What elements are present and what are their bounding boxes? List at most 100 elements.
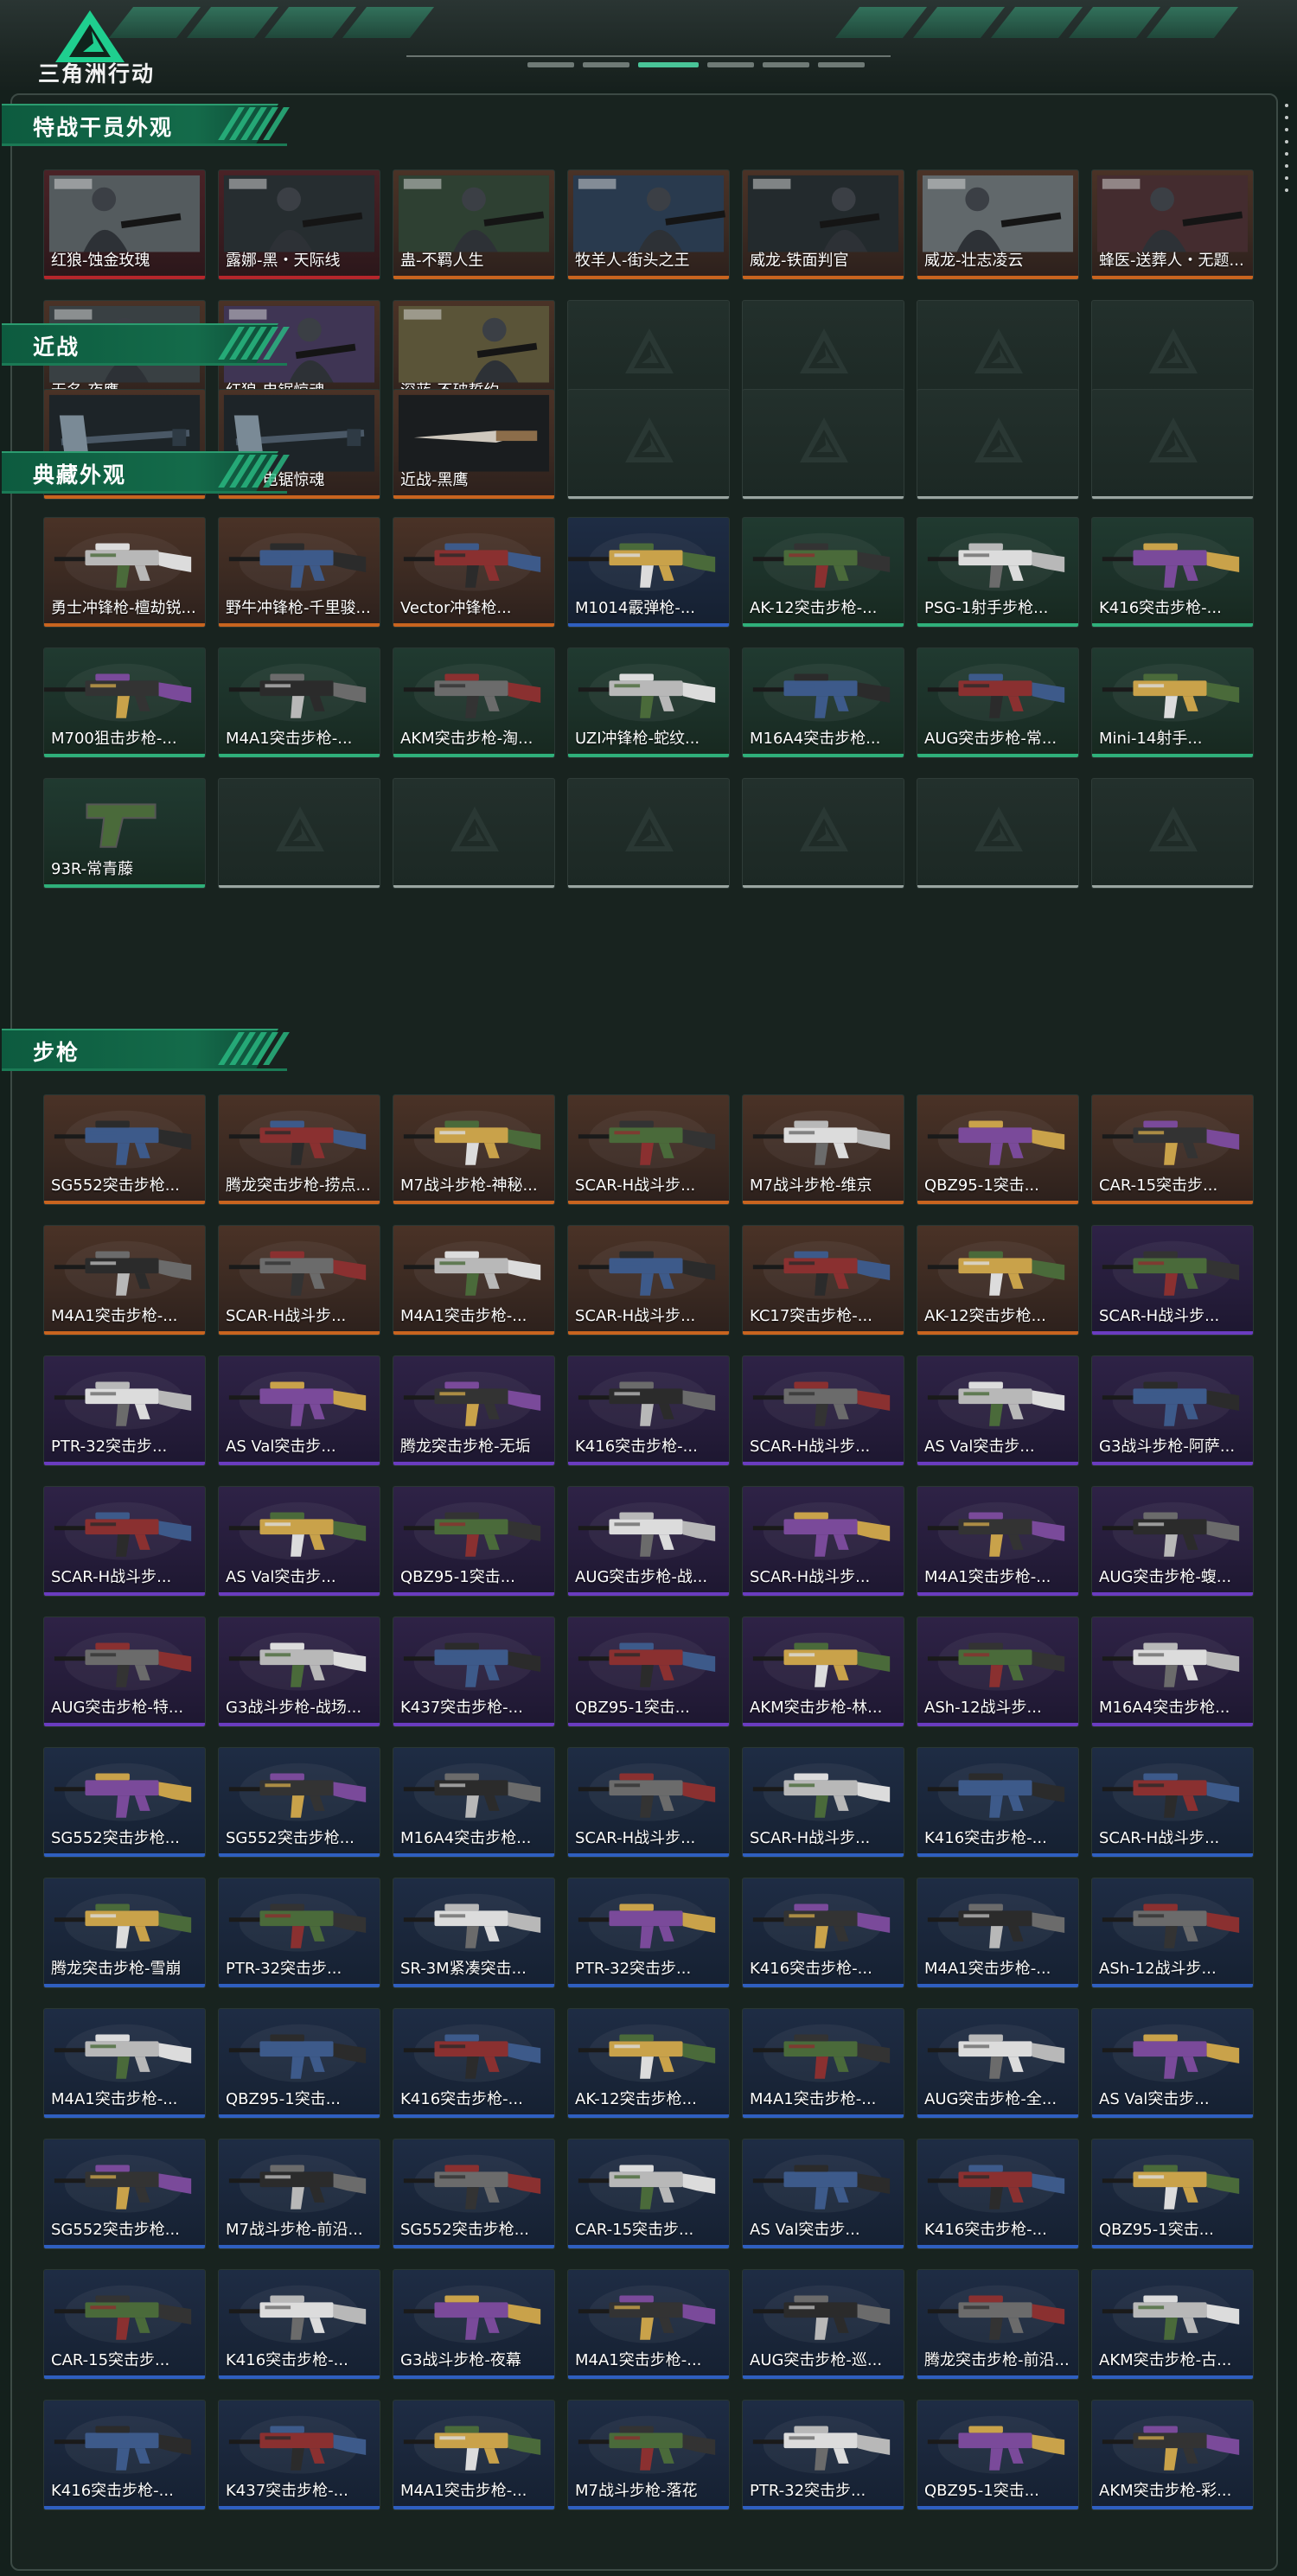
item-tile[interactable]: KC17突击步枪-... xyxy=(742,1225,904,1336)
item-tile[interactable]: K416突击步枪-... xyxy=(218,2269,380,2380)
item-tile[interactable]: QBZ95-1突击... xyxy=(393,1486,555,1597)
item-tile[interactable]: AKM突击步枪-古... xyxy=(1091,2269,1254,2380)
item-tile[interactable]: AUG突击步枪-特... xyxy=(43,1616,206,1727)
item-tile[interactable]: SCAR-H战斗步... xyxy=(742,1747,904,1858)
item-tile[interactable]: M7战斗步枪-神秘... xyxy=(393,1094,555,1205)
scroll-dots[interactable] xyxy=(1285,104,1288,192)
item-tile[interactable]: K416突击步枪-... xyxy=(1091,517,1254,628)
item-tile[interactable]: SCAR-H战斗步... xyxy=(567,1747,730,1858)
item-tile[interactable]: Vector冲锋枪... xyxy=(393,517,555,628)
item-tile[interactable]: 露娜-黑・天际线 xyxy=(218,169,380,280)
item-tile[interactable]: PTR-32突击步... xyxy=(43,1355,206,1466)
item-tile[interactable]: G3战斗步枪-阿萨... xyxy=(1091,1355,1254,1466)
item-tile[interactable]: 蛊-不羁人生 xyxy=(393,169,555,280)
item-tile[interactable]: K437突击步枪-... xyxy=(218,2400,380,2510)
item-tile[interactable]: 勇士冲锋枪-檀劫锐... xyxy=(43,517,206,628)
item-tile[interactable]: M16A4突击步枪... xyxy=(742,647,904,758)
item-tile[interactable]: ASh-12战斗步... xyxy=(1091,1878,1254,1988)
item-tile[interactable]: AK-12突击步枪... xyxy=(567,2008,730,2119)
item-tile[interactable]: 牧羊人-街头之王 xyxy=(567,169,730,280)
item-tile[interactable]: K416突击步枪-... xyxy=(917,2139,1079,2249)
item-tile[interactable]: 野牛冲锋枪-千里骏... xyxy=(218,517,380,628)
item-tile[interactable]: PTR-32突击步... xyxy=(742,2400,904,2510)
item-tile[interactable]: UZI冲锋枪-蛇纹... xyxy=(567,647,730,758)
item-tile[interactable]: CAR-15突击步... xyxy=(43,2269,206,2380)
pager-indicator[interactable] xyxy=(818,62,865,67)
item-tile[interactable]: M7战斗步枪-落花 xyxy=(567,2400,730,2510)
item-tile[interactable]: 蜂医-送葬人・无题... xyxy=(1091,169,1254,280)
item-tile[interactable]: M4A1突击步枪-... xyxy=(393,1225,555,1336)
item-tile[interactable]: QBZ95-1突击... xyxy=(567,1616,730,1727)
item-tile[interactable]: AK-12突击步枪... xyxy=(917,1225,1079,1336)
item-tile[interactable]: M700狙击步枪-... xyxy=(43,647,206,758)
item-tile[interactable]: PSG-1射手步枪... xyxy=(917,517,1079,628)
item-tile[interactable]: SG552突击步枪... xyxy=(43,2139,206,2249)
item-tile[interactable]: SG552突击步枪... xyxy=(393,2139,555,2249)
item-tile[interactable]: PTR-32突击步... xyxy=(567,1878,730,1988)
item-tile[interactable]: M4A1突击步枪-... xyxy=(393,2400,555,2510)
pager-indicator[interactable] xyxy=(527,62,574,67)
pager-indicator[interactable] xyxy=(638,62,699,67)
item-tile[interactable]: G3战斗步枪-夜幕 xyxy=(393,2269,555,2380)
item-tile[interactable]: AUG突击步枪-常... xyxy=(917,647,1079,758)
pager-indicator[interactable] xyxy=(583,62,629,67)
item-tile[interactable]: SCAR-H战斗步... xyxy=(1091,1747,1254,1858)
item-tile[interactable]: SCAR-H战斗步... xyxy=(742,1486,904,1597)
item-tile[interactable]: 腾龙突击步枪-无垢 xyxy=(393,1355,555,1466)
item-tile[interactable]: AS Val突击步... xyxy=(218,1486,380,1597)
item-tile[interactable]: M4A1突击步枪-... xyxy=(567,2269,730,2380)
item-tile[interactable]: SCAR-H战斗步... xyxy=(218,1225,380,1336)
item-tile[interactable]: SCAR-H战斗步... xyxy=(1091,1225,1254,1336)
item-tile[interactable]: K416突击步枪-... xyxy=(742,1878,904,1988)
item-tile[interactable]: 威龙-铁面判官 xyxy=(742,169,904,280)
item-tile[interactable]: AKM突击步枪-淘... xyxy=(393,647,555,758)
item-tile[interactable]: SG552突击步枪... xyxy=(43,1094,206,1205)
item-tile[interactable]: ASh-12战斗步... xyxy=(917,1616,1079,1727)
item-tile[interactable]: SCAR-H战斗步... xyxy=(742,1355,904,1466)
item-tile[interactable]: M1014霰弹枪-... xyxy=(567,517,730,628)
item-tile[interactable]: M7战斗步枪-前沿... xyxy=(218,2139,380,2249)
item-tile[interactable]: QBZ95-1突击... xyxy=(917,2400,1079,2510)
pager-indicator[interactable] xyxy=(707,62,754,67)
item-tile[interactable]: AS Val突击步... xyxy=(1091,2008,1254,2119)
item-tile[interactable]: M4A1突击步枪-... xyxy=(218,647,380,758)
item-tile[interactable]: CAR-15突击步... xyxy=(567,2139,730,2249)
item-tile[interactable]: M4A1突击步枪-... xyxy=(917,1486,1079,1597)
item-tile[interactable]: AUG突击步枪-全... xyxy=(917,2008,1079,2119)
item-tile[interactable]: AUG突击步枪-蝮... xyxy=(1091,1486,1254,1597)
item-tile[interactable]: 腾龙突击步枪-前沿... xyxy=(917,2269,1079,2380)
item-tile[interactable]: AUG突击步枪-战... xyxy=(567,1486,730,1597)
item-tile[interactable]: K416突击步枪-... xyxy=(393,2008,555,2119)
item-tile[interactable]: AK-12突击步枪-... xyxy=(742,517,904,628)
item-tile[interactable]: QBZ95-1突击... xyxy=(917,1094,1079,1205)
item-tile[interactable]: K437突击步枪-... xyxy=(393,1616,555,1727)
item-tile[interactable]: SG552突击步枪... xyxy=(43,1747,206,1858)
pager-indicator[interactable] xyxy=(763,62,809,67)
item-tile[interactable]: AS Val突击步... xyxy=(917,1355,1079,1466)
item-tile[interactable]: K416突击步枪-... xyxy=(43,2400,206,2510)
item-tile[interactable]: AUG突击步枪-巡... xyxy=(742,2269,904,2380)
item-tile[interactable]: M16A4突击步枪... xyxy=(393,1747,555,1858)
item-tile[interactable]: SG552突击步枪... xyxy=(218,1747,380,1858)
item-tile[interactable]: PTR-32突击步... xyxy=(218,1878,380,1988)
item-tile[interactable]: 近战-黑鹰 xyxy=(393,389,555,500)
item-tile[interactable]: M16A4突击步枪... xyxy=(1091,1616,1254,1727)
item-tile[interactable]: M4A1突击步枪-... xyxy=(43,1225,206,1336)
item-tile[interactable]: M4A1突击步枪-... xyxy=(917,1878,1079,1988)
item-tile[interactable]: AS Val突击步... xyxy=(742,2139,904,2249)
item-tile[interactable]: 红狼-蚀金玫瑰 xyxy=(43,169,206,280)
item-tile[interactable]: 93R-常青藤 xyxy=(43,778,206,889)
item-tile[interactable]: 威龙-壮志凌云 xyxy=(917,169,1079,280)
item-tile[interactable]: AS Val突击步... xyxy=(218,1355,380,1466)
item-tile[interactable]: SCAR-H战斗步... xyxy=(567,1094,730,1205)
item-tile[interactable]: CAR-15突击步... xyxy=(1091,1094,1254,1205)
item-tile[interactable]: 腾龙突击步枪-雪崩 xyxy=(43,1878,206,1988)
item-tile[interactable]: AKM突击步枪-彩... xyxy=(1091,2400,1254,2510)
item-tile[interactable]: SCAR-H战斗步... xyxy=(567,1225,730,1336)
item-tile[interactable]: Mini-14射手... xyxy=(1091,647,1254,758)
item-tile[interactable]: QBZ95-1突击... xyxy=(218,2008,380,2119)
item-tile[interactable]: SCAR-H战斗步... xyxy=(43,1486,206,1597)
item-tile[interactable]: SR-3M紧凑突击... xyxy=(393,1878,555,1988)
item-tile[interactable]: K416突击步枪-... xyxy=(917,1747,1079,1858)
item-tile[interactable]: AKM突击步枪-林... xyxy=(742,1616,904,1727)
